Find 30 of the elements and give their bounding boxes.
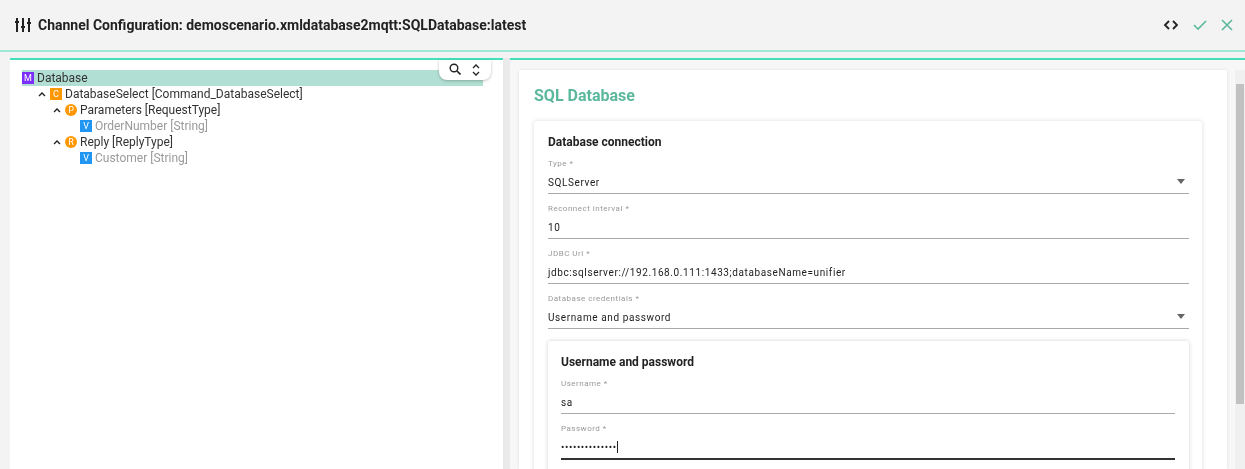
type-badge: V (80, 152, 92, 164)
check-icon[interactable] (1193, 19, 1207, 31)
sliders-icon (14, 17, 32, 33)
type-badge: V (80, 120, 92, 132)
expand-collapse-icon[interactable] (471, 63, 481, 77)
input-field[interactable]: Reconnect interval * 10 (548, 204, 1189, 239)
tree-item[interactable]: P Parameters [RequestType] (22, 102, 493, 118)
splitter-handle[interactable] (503, 58, 510, 469)
section-title: Username and password (561, 355, 695, 369)
tree-item[interactable]: M Database (22, 70, 483, 86)
scrollbar[interactable] (1235, 70, 1245, 469)
input-field[interactable]: Username * sa (561, 379, 1175, 414)
dropdown-caret-icon (1177, 314, 1185, 319)
type-badge: M (22, 72, 34, 84)
search-icon[interactable] (449, 63, 461, 75)
scrollbar-thumb[interactable] (1236, 84, 1244, 404)
select-field[interactable]: Database credentials * Username and password (548, 294, 1189, 329)
tree-item[interactable]: C DatabaseSelect [Command_DatabaseSelect] (22, 86, 493, 102)
window-title: Channel Configuration: demoscenario.xmldatabase2mqtt:SQLDatabase:latest (38, 17, 528, 33)
input-field[interactable]: Password * •••••••••••••• (561, 424, 1175, 460)
input-field[interactable]: JDBC Url * jdbc:sqlserver://192.168.0.111:1433;databaseName=unifier (548, 249, 1189, 284)
type-badge: P (65, 104, 77, 116)
tree-item[interactable]: R Reply [ReplyType] (22, 134, 493, 150)
dropdown-caret-icon (1177, 179, 1185, 184)
select-field[interactable]: Type * SQLServer (548, 159, 1189, 194)
section-title: Database connection (548, 135, 663, 149)
type-badge: R (65, 136, 77, 148)
type-badge: C (50, 88, 62, 100)
form-title: SQL Database (534, 86, 636, 105)
code-icon[interactable] (1163, 19, 1179, 31)
